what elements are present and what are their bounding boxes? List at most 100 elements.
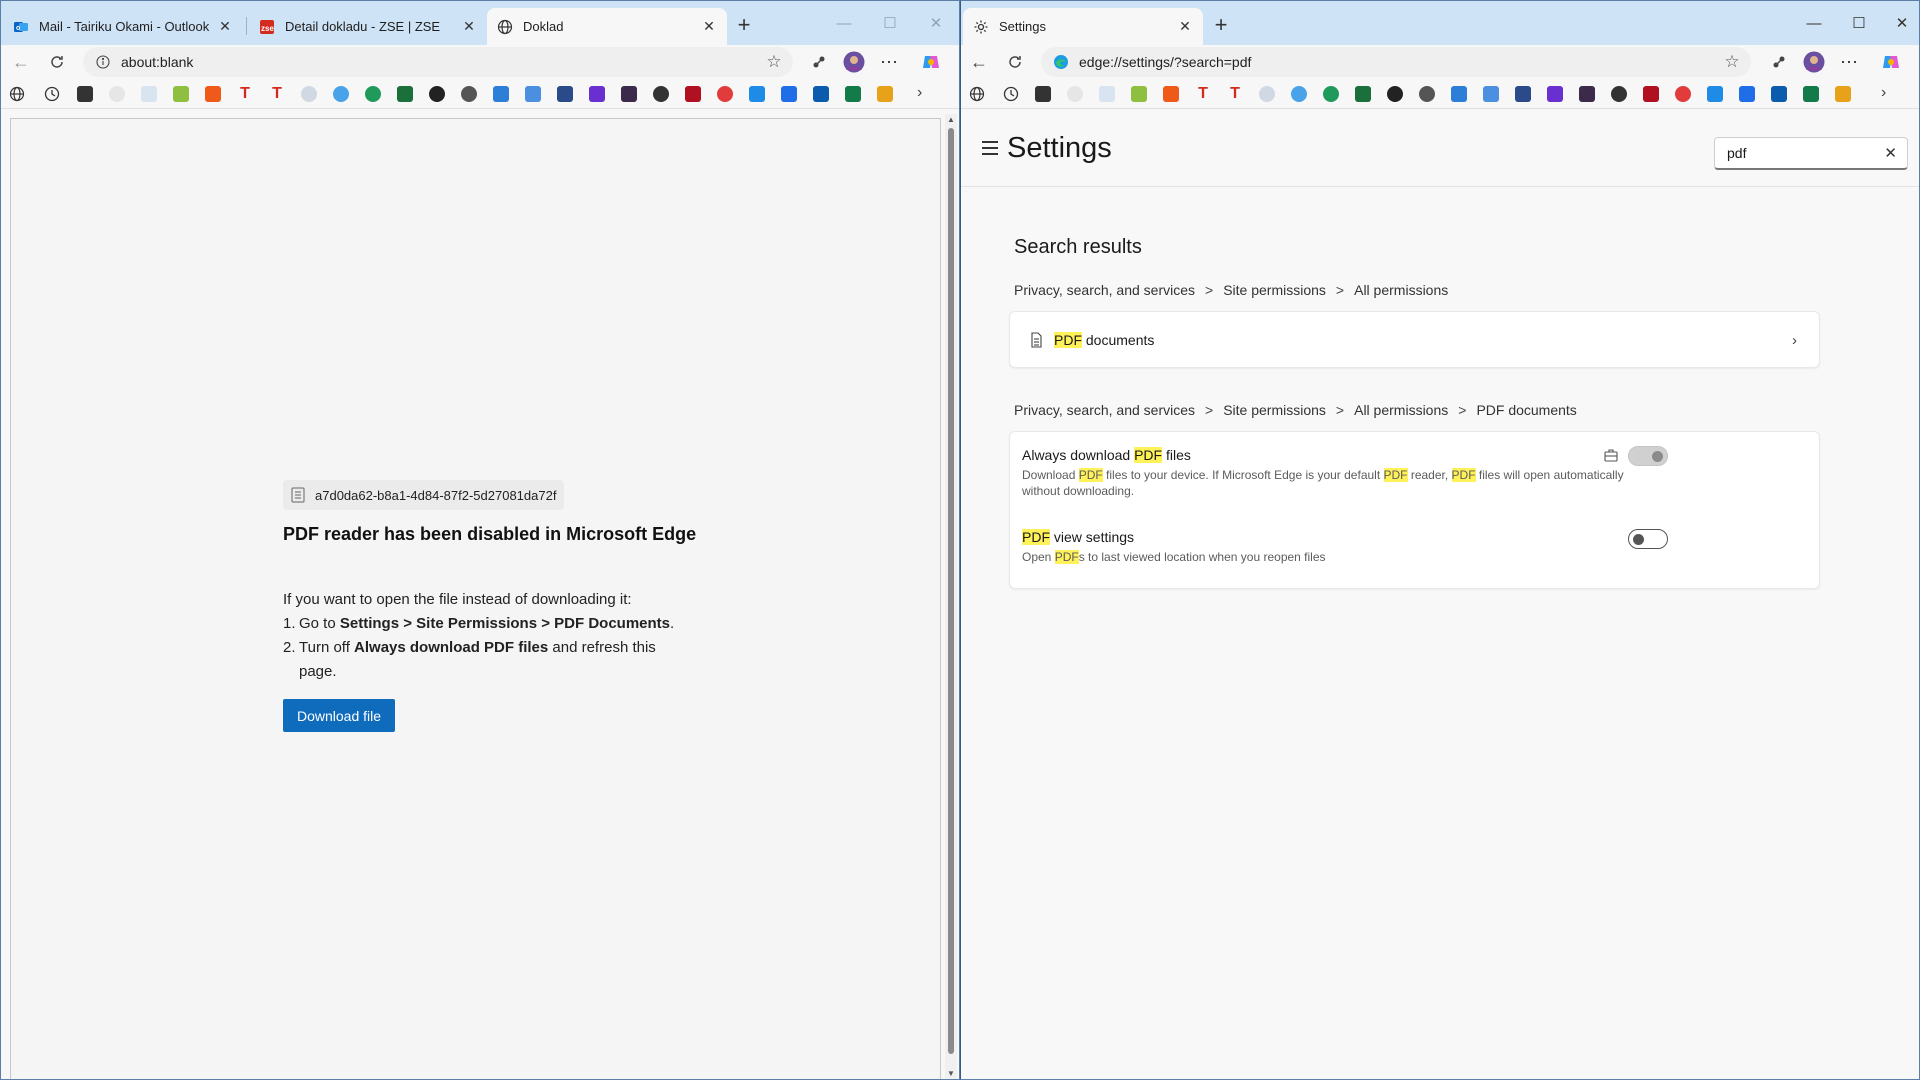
address-bar[interactable]: edge://settings/?search=pdf ☆	[1041, 47, 1751, 77]
bookmark-icon[interactable]	[1323, 86, 1339, 102]
new-tab-button[interactable]: +	[730, 11, 758, 39]
tab-zse[interactable]: zse Detail dokladu - ZSE | ZSE ✕	[249, 8, 487, 45]
close-icon[interactable]: ✕	[701, 18, 717, 35]
tab-doklad[interactable]: Doklad ✕	[487, 8, 727, 45]
bookmark-icon[interactable]	[1803, 86, 1819, 102]
bookmark-icon[interactable]	[1099, 86, 1115, 102]
bookmark-icon[interactable]	[1771, 86, 1787, 102]
bookmark-icon[interactable]	[813, 86, 829, 102]
chevron-right-icon[interactable]: ›	[1881, 84, 1886, 102]
pdf-documents-row[interactable]: PDF documents ›	[1010, 312, 1819, 368]
profile-avatar[interactable]	[1802, 50, 1826, 74]
bookmark-icon[interactable]	[1483, 86, 1499, 102]
settings-search-input[interactable]: pdf ✕	[1714, 137, 1908, 170]
menu-icon[interactable]	[982, 141, 998, 155]
bookmark-icon[interactable]	[301, 86, 317, 102]
maximize-button[interactable]: ☐	[875, 9, 905, 37]
pocket-icon[interactable]	[1035, 86, 1051, 102]
bookmark-icon[interactable]	[1547, 86, 1563, 102]
bookmark-icon[interactable]	[205, 86, 221, 102]
more-menu-icon[interactable]: ⋯	[1837, 50, 1861, 74]
profile-avatar[interactable]	[842, 50, 866, 74]
minimize-button[interactable]: —	[1799, 9, 1829, 37]
breadcrumb-item[interactable]: Site permissions	[1223, 402, 1326, 418]
extension-icon[interactable]	[1767, 50, 1791, 74]
tab-outlook[interactable]: o Mail - Tairiku Okami - Outlook ✕	[3, 8, 243, 45]
close-icon[interactable]: ✕	[461, 18, 477, 35]
pocket-icon[interactable]	[77, 86, 93, 102]
favorite-star-icon[interactable]: ☆	[1723, 53, 1741, 71]
bookmark-icon[interactable]	[525, 86, 541, 102]
globe-icon[interactable]	[9, 86, 25, 102]
chevron-right-icon[interactable]: ›	[917, 84, 922, 102]
bookmark-icon[interactable]	[1451, 86, 1467, 102]
bookmark-icon[interactable]	[749, 86, 765, 102]
bookmark-icon[interactable]	[461, 86, 477, 102]
bookmark-icon[interactable]	[621, 86, 637, 102]
bookmark-icon[interactable]	[1163, 86, 1179, 102]
bookmark-icon[interactable]	[397, 86, 413, 102]
pdf-view-toggle[interactable]	[1628, 529, 1668, 549]
extension-icon[interactable]	[807, 50, 831, 74]
bookmark-icon[interactable]	[173, 86, 189, 102]
bookmark-icon[interactable]	[1515, 86, 1531, 102]
close-icon[interactable]: ✕	[217, 18, 233, 35]
bookmark-icon[interactable]: T	[237, 86, 253, 102]
copilot-icon[interactable]	[919, 50, 943, 74]
maximize-button[interactable]: ☐	[1844, 9, 1874, 37]
close-window-button[interactable]: ✕	[921, 9, 951, 37]
globe-icon[interactable]	[969, 86, 985, 102]
more-menu-icon[interactable]: ⋯	[877, 50, 901, 74]
bookmark-icon[interactable]	[717, 86, 733, 102]
bookmark-icon[interactable]: T	[269, 86, 285, 102]
bookmark-icon[interactable]	[1387, 86, 1403, 102]
bookmark-icon[interactable]	[1067, 86, 1083, 102]
breadcrumb-item[interactable]: All permissions	[1354, 402, 1448, 418]
new-tab-button[interactable]: +	[1207, 11, 1235, 39]
bookmark-icon[interactable]	[1675, 86, 1691, 102]
bookmark-icon[interactable]	[1643, 86, 1659, 102]
favorite-star-icon[interactable]: ☆	[765, 53, 783, 71]
history-icon[interactable]	[44, 86, 60, 102]
history-icon[interactable]	[1003, 86, 1019, 102]
scroll-down-icon[interactable]: ▼	[947, 1070, 955, 1078]
close-icon[interactable]: ✕	[1177, 18, 1193, 35]
bookmark-icon[interactable]	[141, 86, 157, 102]
bookmark-icon[interactable]	[589, 86, 605, 102]
scroll-up-icon[interactable]: ▲	[947, 116, 955, 124]
address-bar[interactable]: about:blank ☆	[83, 47, 793, 77]
bookmark-icon[interactable]	[845, 86, 861, 102]
minimize-button[interactable]: —	[829, 9, 859, 37]
bookmark-icon[interactable]	[1579, 86, 1595, 102]
bookmark-icon[interactable]	[109, 86, 125, 102]
copilot-icon[interactable]	[1879, 50, 1903, 74]
bookmark-icon[interactable]	[429, 86, 445, 102]
bookmark-icon[interactable]	[781, 86, 797, 102]
bookmark-icon[interactable]	[1355, 86, 1371, 102]
bookmark-icon[interactable]	[877, 86, 893, 102]
bookmark-icon[interactable]	[1707, 86, 1723, 102]
bookmark-icon[interactable]	[333, 86, 349, 102]
bookmark-icon[interactable]	[1259, 86, 1275, 102]
bookmark-icon[interactable]: T	[1195, 86, 1211, 102]
bookmark-icon[interactable]	[1291, 86, 1307, 102]
breadcrumb-item[interactable]: Privacy, search, and services	[1014, 402, 1195, 418]
bookmark-icon[interactable]	[1739, 86, 1755, 102]
breadcrumb-item[interactable]: Site permissions	[1223, 282, 1326, 298]
bookmark-icon[interactable]	[1131, 86, 1147, 102]
download-file-button[interactable]: Download file	[283, 699, 395, 732]
bookmark-icon[interactable]: T	[1227, 86, 1243, 102]
breadcrumb-item[interactable]: All permissions	[1354, 282, 1448, 298]
bookmark-icon[interactable]	[685, 86, 701, 102]
back-button[interactable]: ←	[7, 48, 35, 76]
tab-settings[interactable]: Settings ✕	[963, 8, 1203, 45]
bookmark-icon[interactable]	[493, 86, 509, 102]
breadcrumb-item[interactable]: PDF documents	[1476, 402, 1576, 418]
breadcrumb-item[interactable]: Privacy, search, and services	[1014, 282, 1195, 298]
always-download-pdf-toggle[interactable]	[1628, 446, 1668, 466]
scrollbar-thumb[interactable]	[948, 128, 954, 1054]
bookmark-icon[interactable]	[365, 86, 381, 102]
bookmark-icon[interactable]	[1611, 86, 1627, 102]
vertical-scrollbar[interactable]: ▲ ▼	[945, 114, 957, 1079]
close-window-button[interactable]: ✕	[1887, 9, 1917, 37]
